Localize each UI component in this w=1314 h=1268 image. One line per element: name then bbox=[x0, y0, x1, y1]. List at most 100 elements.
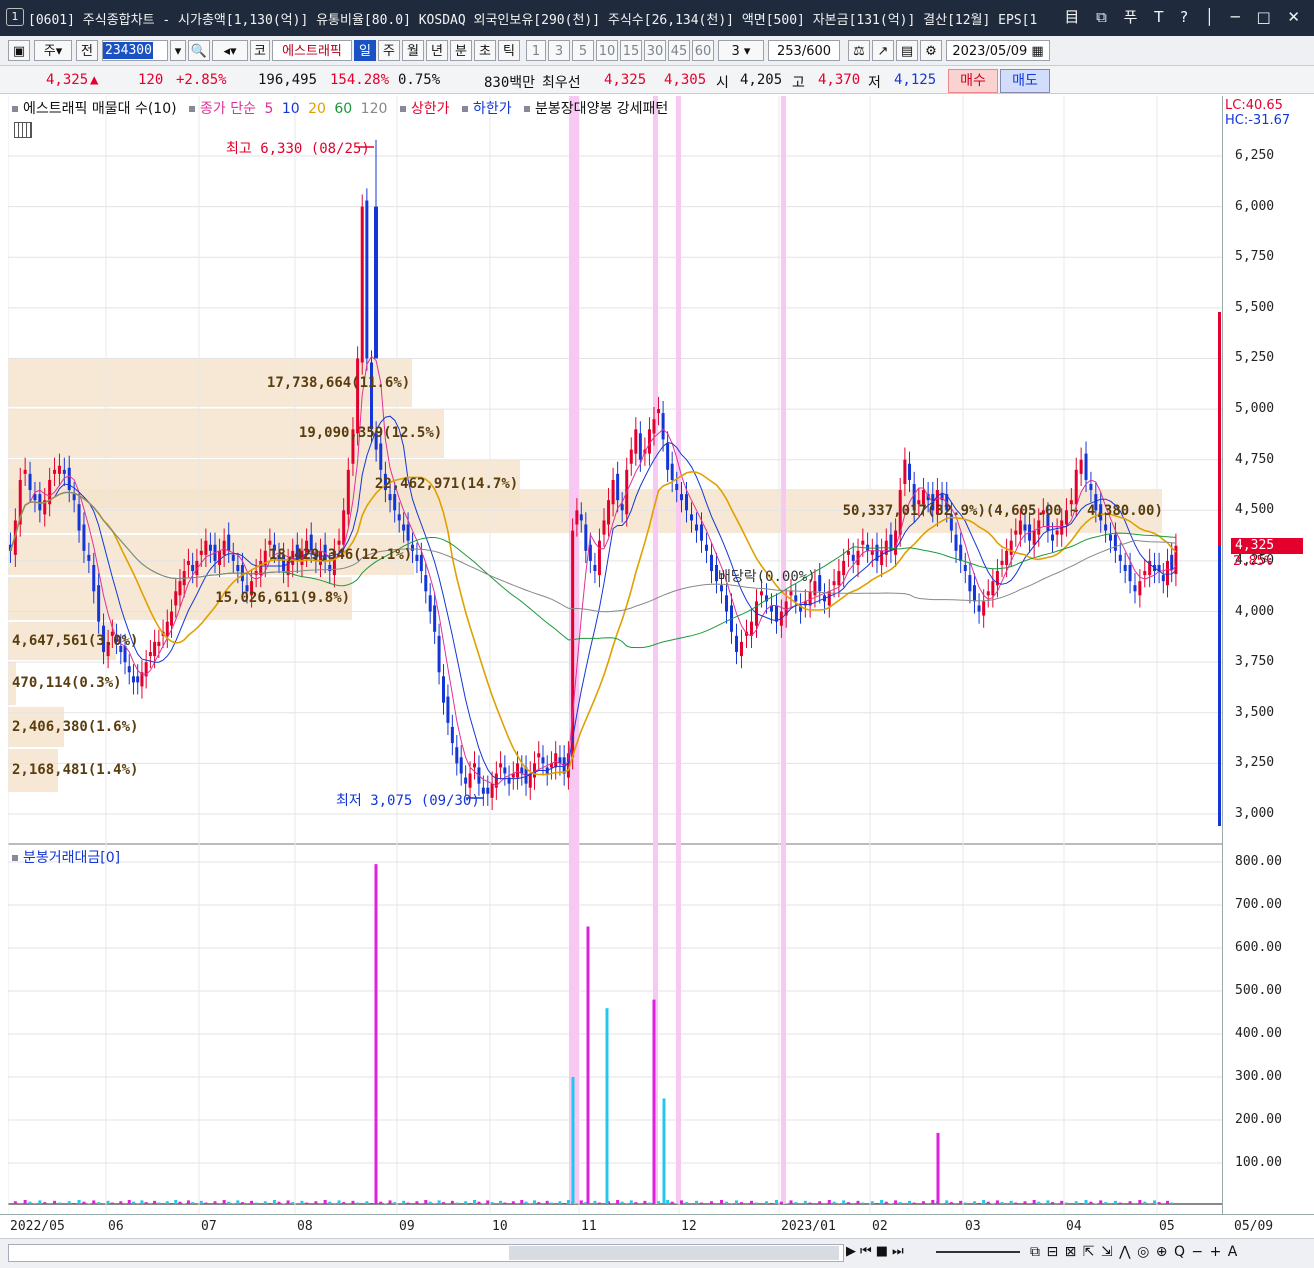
volume-profile-label: 50,337,017(32.9%)(4,605.00 ~ 4,380.00) bbox=[842, 502, 1163, 519]
interval-10[interactable]: 10 bbox=[596, 40, 618, 61]
save-icon[interactable]: ▤ bbox=[896, 40, 918, 61]
candle-body bbox=[62, 469, 66, 474]
turnover-bar bbox=[72, 1202, 76, 1204]
chart-area[interactable] bbox=[8, 96, 1222, 1214]
interval-60[interactable]: 60 bbox=[692, 40, 714, 61]
period-tab-day[interactable]: 일 bbox=[354, 40, 376, 61]
turnover-bar bbox=[755, 1202, 758, 1204]
period-tab-second[interactable]: 초 bbox=[474, 40, 496, 61]
turnover-bar bbox=[1084, 1199, 1088, 1204]
chart-tools[interactable]: ⧉ ⊟ ⊠ ⇱ ⇲ ⋀ ◎ ⊕ Q − + A bbox=[1030, 1244, 1238, 1260]
turnover-bar bbox=[272, 1199, 276, 1204]
candle-body bbox=[481, 787, 485, 794]
window-number-badge[interactable]: 1 bbox=[6, 8, 24, 26]
stock-name-field[interactable]: 에스트래픽 bbox=[272, 40, 352, 61]
turnover-axis-tick: 100.00 bbox=[1235, 1155, 1282, 1170]
grid-table-icon[interactable] bbox=[14, 122, 32, 138]
sell-button[interactable]: 매도 bbox=[1000, 69, 1050, 93]
candle-body bbox=[1089, 483, 1093, 491]
date-field[interactable]: 2023/05/09 ▦ bbox=[946, 40, 1050, 61]
candle-body bbox=[499, 763, 503, 768]
type-select[interactable]: 주▾ bbox=[34, 40, 72, 61]
turnover-bar bbox=[715, 1202, 718, 1204]
interval-select[interactable]: 3 ▾ bbox=[718, 40, 764, 61]
turnover-bar bbox=[977, 1202, 981, 1204]
gear-icon[interactable]: ⚙ bbox=[920, 40, 942, 61]
turnover-bar bbox=[323, 1199, 327, 1204]
period-tab-tick[interactable]: 틱 bbox=[498, 40, 520, 61]
period-tab-week[interactable]: 주 bbox=[378, 40, 400, 61]
turnover-bar bbox=[972, 1201, 976, 1204]
candle-body bbox=[490, 783, 494, 798]
period-tab-month[interactable]: 월 bbox=[402, 40, 424, 61]
sound-icon[interactable]: ◂▾ bbox=[212, 40, 248, 61]
interval-3[interactable]: 3 bbox=[548, 40, 570, 61]
candle-body bbox=[328, 564, 332, 572]
interval-15[interactable]: 15 bbox=[620, 40, 642, 61]
turnover-bar bbox=[1046, 1200, 1050, 1204]
scrollbar-thumb[interactable] bbox=[509, 1246, 839, 1260]
turnover-bar bbox=[880, 1199, 884, 1204]
current-price-tag-value: 4,325 bbox=[1235, 537, 1275, 553]
high-label: 고 bbox=[792, 75, 805, 91]
legend-lower-limit[interactable]: 하한가 bbox=[461, 101, 516, 117]
turnover-bar bbox=[537, 1202, 541, 1204]
interval-5[interactable]: 5 bbox=[572, 40, 594, 61]
compare-icon[interactable]: ⚖ bbox=[848, 40, 870, 61]
turnover-bar bbox=[1009, 1200, 1013, 1204]
date-axis-tick: 2022/05 bbox=[10, 1219, 65, 1234]
zoom-slider[interactable] bbox=[936, 1251, 1020, 1253]
turnover-bar bbox=[629, 1200, 633, 1204]
period-tab-minute[interactable]: 분 bbox=[450, 40, 472, 61]
interval-30[interactable]: 30 bbox=[644, 40, 666, 61]
market-label[interactable]: 코 bbox=[250, 40, 270, 61]
turnover-bar bbox=[123, 1202, 127, 1204]
price-chart-svg[interactable] bbox=[8, 96, 1222, 1214]
legend-profile[interactable]: 에스트래픽 매물대 수(10) bbox=[12, 101, 181, 117]
chart-menu-icon[interactable]: ▣ bbox=[8, 40, 30, 61]
turnover-bar bbox=[1032, 1199, 1036, 1204]
turnover-bar bbox=[119, 1201, 123, 1204]
stock-code-highlight[interactable]: 234300 bbox=[103, 42, 153, 59]
candle-body bbox=[1123, 564, 1127, 572]
turnover-bar bbox=[277, 1201, 281, 1204]
turnover-bar bbox=[579, 1200, 583, 1204]
turnover-spike bbox=[605, 1008, 609, 1204]
playback-controls[interactable]: ▶⏮■⏭ bbox=[846, 1244, 908, 1259]
legend-pattern[interactable]: 분봉장대양봉 강세패턴 bbox=[524, 101, 672, 117]
turnover-bar bbox=[23, 1199, 27, 1204]
candle-body bbox=[148, 652, 152, 657]
turnover-bar bbox=[1089, 1201, 1093, 1204]
legend-ma[interactable]: 종가 단순 5 10 20 60 120 bbox=[189, 101, 391, 117]
interval-45[interactable]: 45 bbox=[668, 40, 690, 61]
prev-button[interactable]: 전 bbox=[76, 40, 98, 61]
turnover-bar bbox=[643, 1200, 647, 1204]
candle-body bbox=[963, 564, 967, 572]
turnover-bar bbox=[110, 1202, 114, 1204]
turnover-bar bbox=[680, 1200, 683, 1204]
indicator-icon[interactable]: ↗ bbox=[872, 40, 894, 61]
chart-legend: 에스트래픽 매물대 수(10) 종가 단순 5 10 20 60 120 상한가… bbox=[12, 98, 676, 118]
candle-body bbox=[680, 494, 683, 501]
search-icon[interactable]: 🔍 bbox=[188, 40, 210, 61]
price-axis-tick: 6,250 bbox=[1235, 148, 1275, 163]
turnover-bar bbox=[43, 1202, 47, 1204]
count-field[interactable]: 253/600 bbox=[768, 40, 840, 61]
period-tab-year[interactable]: 년 bbox=[426, 40, 448, 61]
candle-body bbox=[607, 500, 611, 525]
candle-body bbox=[1166, 560, 1169, 586]
chart-scrollbar[interactable] bbox=[8, 1244, 844, 1262]
turnover-bar bbox=[832, 1201, 836, 1204]
high-spike-body bbox=[374, 206, 378, 359]
quote-turnover: 0.75% bbox=[398, 72, 441, 88]
legend-upper-limit[interactable]: 상한가 bbox=[399, 101, 454, 117]
window-controls[interactable]: 目 ⧉ 푸 T ? │ ─ □ ✕ bbox=[1064, 6, 1306, 27]
turnover-bar bbox=[818, 1201, 822, 1204]
candle-body bbox=[77, 504, 81, 531]
code-dropdown-icon[interactable]: ▾ bbox=[170, 40, 186, 61]
candle-body bbox=[424, 575, 428, 592]
date-axis: 2022/05 06 07 08 09 10 11 12 2023/01 02 03 04 05 05/… bbox=[0, 1214, 1314, 1239]
interval-1[interactable]: 1 bbox=[526, 40, 546, 61]
buy-button[interactable]: 매수 bbox=[948, 69, 998, 93]
candle-body bbox=[954, 534, 958, 551]
